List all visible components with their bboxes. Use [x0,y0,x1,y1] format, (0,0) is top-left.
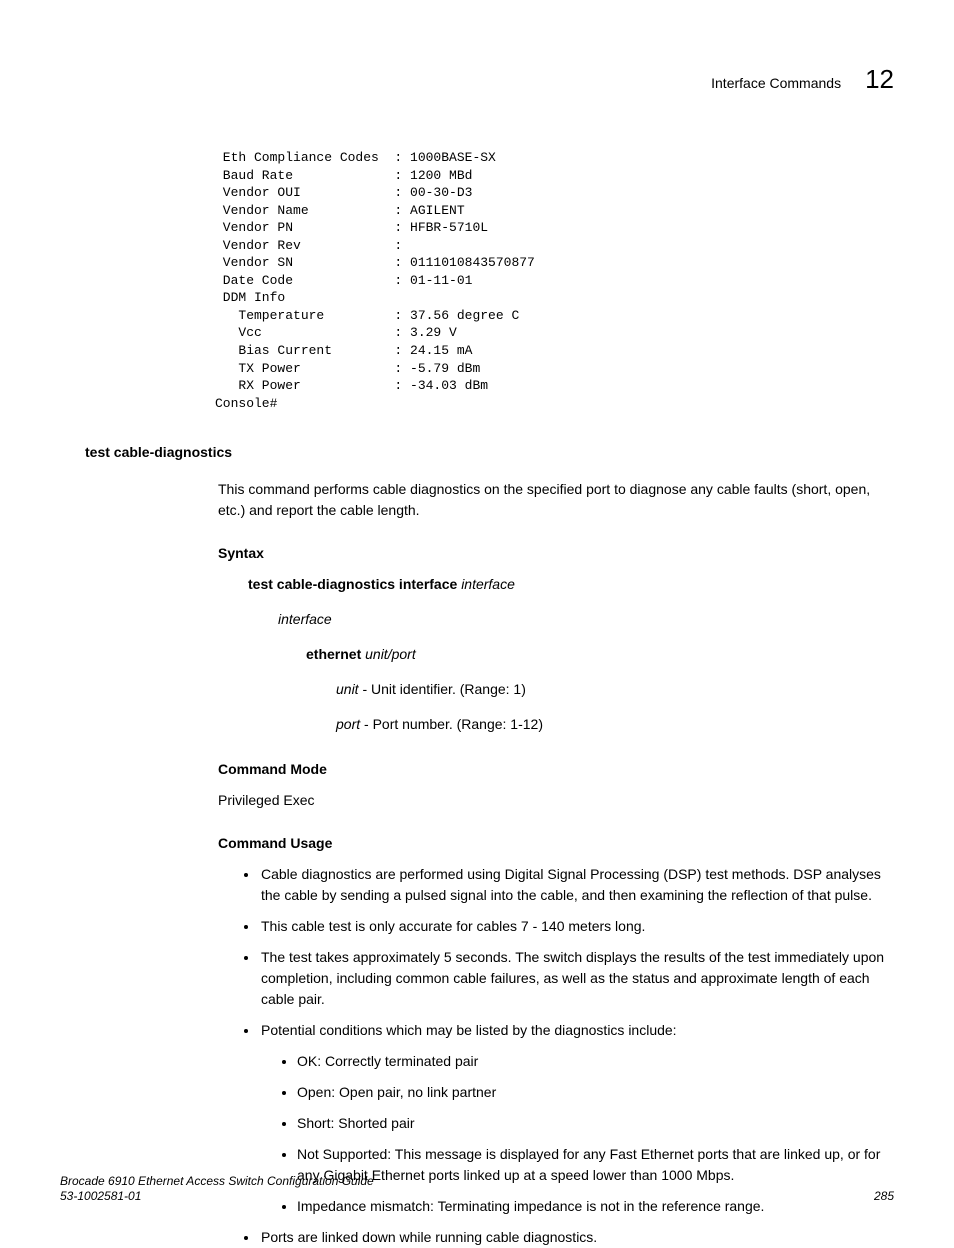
syntax-port-italic: port [336,716,360,732]
syntax-unit-italic: unit [336,681,359,697]
command-name: test cable-diagnostics [85,442,894,463]
syntax-command-bold: test cable-diagnostics interface [248,576,457,592]
header-chapter-number: 12 [865,60,894,99]
footer-docnum: 53-1002581-01 [60,1189,374,1205]
list-item: Short: Shorted pair [297,1113,894,1134]
syntax-port-line: port - Port number. (Range: 1-12) [336,714,894,735]
header-title: Interface Commands [711,73,841,94]
list-item: This cable test is only accurate for cab… [259,916,894,937]
command-mode-heading: Command Mode [218,759,894,780]
syntax-port-desc: - Port number. (Range: 1-12) [360,716,543,732]
command-mode-value: Privileged Exec [218,790,894,811]
footer-title: Brocade 6910 Ethernet Access Switch Conf… [60,1174,374,1190]
page-header: Interface Commands 12 [60,60,894,99]
list-item: Ports are linked down while running cabl… [259,1227,894,1248]
syntax-unit-line: unit - Unit identifier. (Range: 1) [336,679,894,700]
syntax-interface-label: interface [278,609,894,630]
command-usage-heading: Command Usage [218,833,894,854]
syntax-command-line: test cable-diagnostics interface interfa… [248,574,894,595]
list-item: Cable diagnostics are performed using Di… [259,864,894,906]
footer-left: Brocade 6910 Ethernet Access Switch Conf… [60,1174,374,1205]
console-output: Eth Compliance Codes : 1000BASE-SX Baud … [215,149,894,412]
page-footer: Brocade 6910 Ethernet Access Switch Conf… [60,1174,894,1205]
syntax-heading: Syntax [218,543,894,564]
footer-page-number: 285 [874,1187,894,1205]
list-item: OK: Correctly terminated pair [297,1051,894,1072]
syntax-ethernet-bold: ethernet [306,646,361,662]
syntax-ethernet-italic: unit/port [365,646,416,662]
command-description: This command performs cable diagnostics … [218,479,894,521]
list-item: Open: Open pair, no link partner [297,1082,894,1103]
syntax-unit-desc: - Unit identifier. (Range: 1) [359,681,526,697]
list-item: The test takes approximately 5 seconds. … [259,947,894,1010]
syntax-command-italic: interface [461,576,515,592]
list-item-text: Potential conditions which may be listed… [261,1022,677,1038]
syntax-ethernet-line: ethernet unit/port [306,644,894,665]
